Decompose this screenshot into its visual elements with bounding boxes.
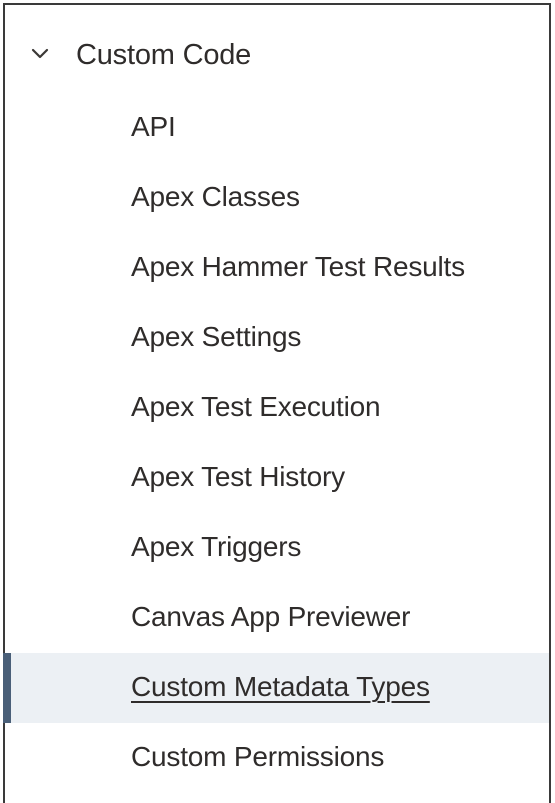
nav-item-apex-classes[interactable]: Apex Classes [5, 163, 549, 233]
nav-item-custom-permissions[interactable]: Custom Permissions [5, 723, 549, 793]
nav-item-custom-metadata-types[interactable]: Custom Metadata Types [3, 653, 549, 723]
setup-nav-panel: Custom Code API Apex Classes Apex Hammer… [3, 3, 551, 803]
nav-item-apex-test-execution[interactable]: Apex Test Execution [5, 373, 549, 443]
nav-item-label[interactable]: Custom Permissions [131, 739, 384, 775]
nav-item-label[interactable]: Custom Metadata Types [131, 669, 430, 705]
nav-item-label[interactable]: Apex Test Execution [131, 389, 381, 425]
nav-item-label[interactable]: API [131, 109, 176, 145]
nav-item-label[interactable]: Apex Settings [131, 319, 301, 355]
nav-item-apex-settings[interactable]: Apex Settings [5, 303, 549, 373]
nav-list: API Apex Classes Apex Hammer Test Result… [3, 93, 549, 793]
nav-item-apex-triggers[interactable]: Apex Triggers [5, 513, 549, 583]
nav-item-label[interactable]: Apex Classes [131, 179, 300, 215]
section-header-custom-code[interactable]: Custom Code [5, 27, 549, 83]
nav-item-label[interactable]: Apex Triggers [131, 529, 301, 565]
nav-item-apex-test-history[interactable]: Apex Test History [5, 443, 549, 513]
nav-item-label[interactable]: Canvas App Previewer [131, 599, 410, 635]
nav-item-api[interactable]: API [5, 93, 549, 163]
nav-item-label[interactable]: Apex Test History [131, 459, 345, 495]
section-title: Custom Code [76, 39, 252, 71]
chevron-down-icon[interactable] [30, 44, 50, 64]
nav-item-canvas-app-previewer[interactable]: Canvas App Previewer [5, 583, 549, 653]
nav-item-label[interactable]: Apex Hammer Test Results [131, 249, 465, 285]
nav-item-apex-hammer-test-results[interactable]: Apex Hammer Test Results [5, 233, 549, 303]
